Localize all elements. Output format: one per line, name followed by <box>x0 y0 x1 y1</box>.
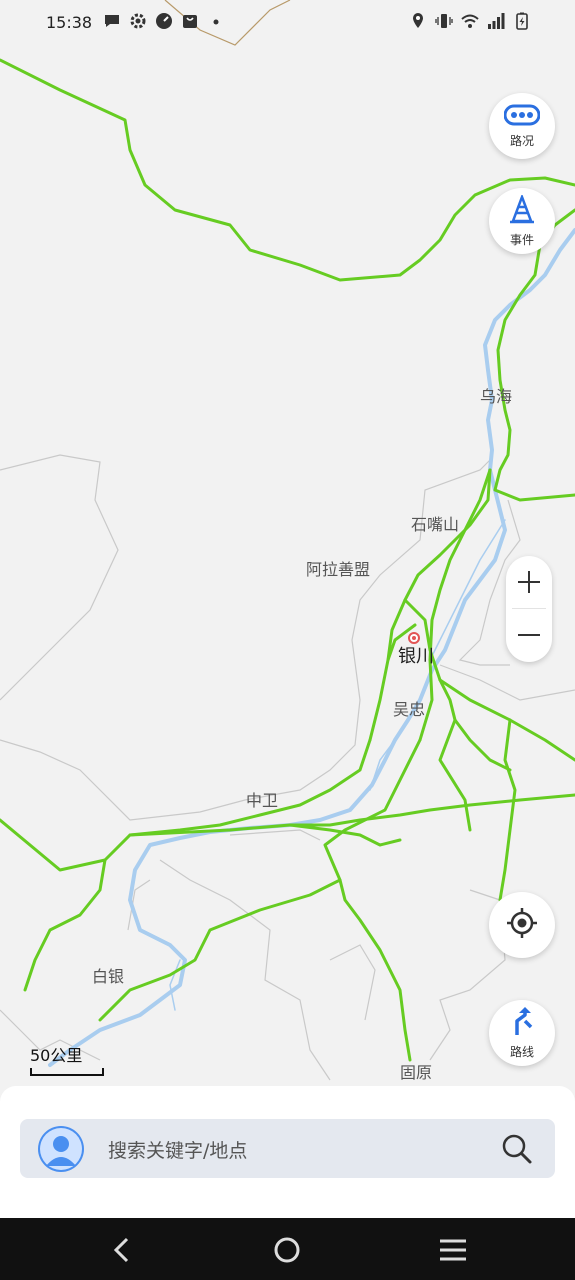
status-bar: 15:38 <box>0 0 575 46</box>
search-icon[interactable] <box>501 1133 533 1165</box>
menu-icon <box>440 1239 466 1261</box>
map-canvas[interactable]: 乌海 石嘴山 阿拉善盟 银川 吴忠 中卫 白银 固原 <box>0 0 575 1100</box>
events-label: 事件 <box>509 232 534 247</box>
speed-icon <box>155 12 173 30</box>
region-borders <box>0 454 575 1081</box>
bag-icon <box>181 12 199 30</box>
menu-button[interactable] <box>437 1234 469 1266</box>
avatar[interactable] <box>38 1126 84 1172</box>
traffic-icon <box>503 104 541 130</box>
place-label-alashan: 阿拉善盟 <box>306 560 370 579</box>
route-label: 路线 <box>509 1044 534 1059</box>
highways <box>0 58 575 1062</box>
route-button[interactable]: 路线 <box>489 1000 555 1066</box>
status-left-icons <box>103 12 225 30</box>
locate-button[interactable] <box>489 892 555 958</box>
back-icon <box>113 1237 129 1263</box>
dot-icon <box>207 12 225 30</box>
zoom-control <box>506 556 552 662</box>
minus-icon <box>518 634 540 636</box>
location-icon <box>409 12 427 30</box>
vibrate-icon <box>435 12 453 30</box>
route-arrow-icon <box>507 1006 537 1041</box>
home-button[interactable] <box>271 1234 303 1266</box>
scale-bar <box>30 1068 104 1076</box>
events-button[interactable]: 事件 <box>489 188 555 254</box>
map-scale: 50公里 <box>30 1042 104 1076</box>
plus-icon <box>518 571 540 593</box>
system-nav-bar <box>0 1218 575 1280</box>
place-label-baiyin: 白银 <box>92 967 124 986</box>
zoom-out-button[interactable] <box>506 609 552 661</box>
yinchuan-marker[interactable] <box>408 632 420 644</box>
signal-icon <box>487 12 505 30</box>
search-bar[interactable]: 搜索关键字/地点 <box>20 1119 555 1178</box>
wifi-icon <box>461 12 479 30</box>
zoom-in-button[interactable] <box>506 556 552 608</box>
traffic-button[interactable]: 路况 <box>489 93 555 159</box>
back-button[interactable] <box>106 1234 138 1266</box>
traffic-label: 路况 <box>509 133 534 148</box>
chat-icon <box>103 12 121 30</box>
place-label-wuzhong: 吴忠 <box>393 700 425 719</box>
traffic-cone-icon <box>507 192 537 229</box>
search-input[interactable]: 搜索关键字/地点 <box>108 1136 247 1163</box>
place-label-yinchuan: 银川 <box>398 646 434 667</box>
place-label-guyuan: 固原 <box>400 1063 432 1082</box>
battery-charging-icon <box>513 12 531 30</box>
scale-label: 50公里 <box>30 1046 83 1065</box>
place-label-shizuishan: 石嘴山 <box>411 515 459 534</box>
crosshair-icon <box>506 907 538 943</box>
status-time: 15:38 <box>46 13 93 32</box>
place-label-wuhai: 乌海 <box>480 387 512 406</box>
status-right-icons <box>409 12 531 30</box>
place-label-zhongwei: 中卫 <box>246 791 278 810</box>
settings-icon <box>129 12 147 30</box>
search-panel: 搜索关键字/地点 <box>0 1086 575 1218</box>
home-icon <box>274 1237 300 1263</box>
